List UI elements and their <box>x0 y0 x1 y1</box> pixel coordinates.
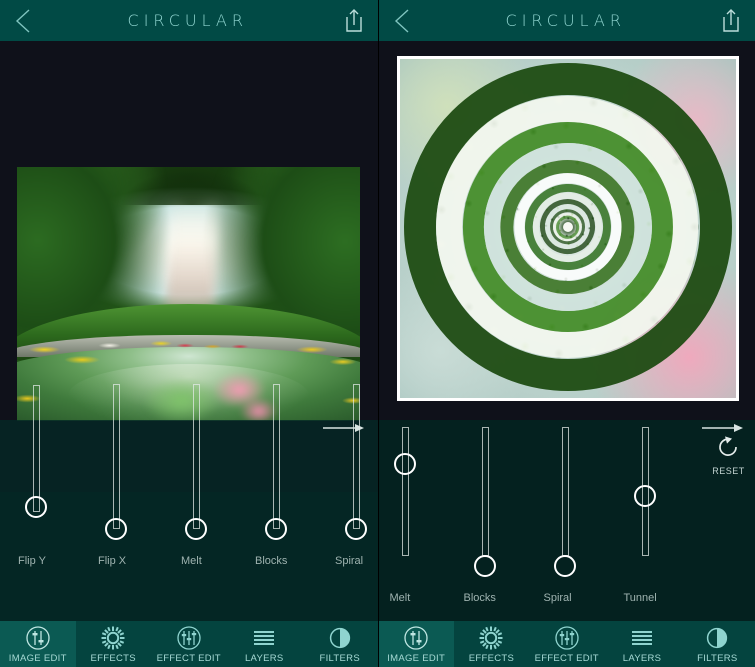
tab-label: FILTERS <box>319 652 360 664</box>
sliders-circle-icon <box>176 625 202 651</box>
tab-label: EFFECTS <box>90 652 136 664</box>
contrast-circle-icon <box>327 625 353 651</box>
image-layer-spiral-rings <box>399 59 736 398</box>
slider-track[interactable] <box>193 384 200 529</box>
slider-knob[interactable] <box>473 555 496 577</box>
slider-label: Melt <box>181 555 202 567</box>
right-screen: CIRCULAR RESET Melt Blocks Spiral Tunnel… <box>378 0 755 667</box>
sun-burst-icon <box>100 625 126 651</box>
tab-image-edit[interactable]: IMAGE EDIT <box>0 621 76 667</box>
tab-label: IMAGE EDIT <box>8 652 67 664</box>
page-title: CIRCULAR <box>127 11 248 30</box>
slider-track[interactable] <box>33 385 40 512</box>
tab-label: IMAGE EDIT <box>387 652 446 664</box>
reset-circular-arrow-icon[interactable] <box>714 436 744 465</box>
left-image-stage: Flip Y Flip X Melt Blocks Spiral <box>0 41 378 667</box>
share-icon[interactable] <box>719 6 743 36</box>
image-layer-foreground-blossom <box>140 354 278 421</box>
tab-label: EFFECTS <box>468 652 515 664</box>
slider-knob[interactable] <box>633 485 656 507</box>
tab-layers[interactable]: LAYERS <box>227 621 303 667</box>
spiral-core <box>562 222 573 232</box>
slider-track[interactable] <box>353 384 360 529</box>
reset-label: RESET <box>712 466 745 476</box>
slider-knob[interactable] <box>553 555 576 577</box>
slider-track[interactable] <box>401 427 409 556</box>
layers-lines-icon <box>629 625 655 651</box>
slider-track[interactable] <box>113 384 120 529</box>
share-icon[interactable] <box>342 6 366 36</box>
page-title: CIRCULAR <box>505 11 626 30</box>
sun-burst-icon <box>478 625 504 651</box>
sliders-circle-icon <box>403 625 429 651</box>
droste-spiral-image[interactable] <box>396 56 739 401</box>
slider-label: Blocks <box>463 592 496 604</box>
sliders-circle-icon <box>554 625 580 651</box>
slider-knob[interactable] <box>393 453 416 475</box>
tab-layers[interactable]: LAYERS <box>604 621 679 667</box>
tab-label: LAYERS <box>622 652 662 664</box>
slider-knob[interactable] <box>345 518 367 540</box>
slider-label: Tunnel <box>623 592 657 604</box>
tab-label: EFFECT EDIT <box>534 652 599 664</box>
tab-label: LAYERS <box>244 652 284 664</box>
slider-knob[interactable] <box>25 496 47 518</box>
left-header-bar: CIRCULAR <box>0 0 378 41</box>
slider-label: Spiral <box>543 592 572 604</box>
layers-lines-icon <box>251 625 277 651</box>
tab-label: EFFECT EDIT <box>156 652 221 664</box>
sliders-circle-icon <box>25 625 51 651</box>
slider-label: Flip X <box>98 555 127 567</box>
slider-track[interactable] <box>481 427 489 556</box>
right-image-stage: RESET Melt Blocks Spiral Tunnel <box>378 41 755 667</box>
contrast-circle-icon <box>704 625 730 651</box>
right-header-bar: CIRCULAR <box>378 0 755 41</box>
slider-label: Melt <box>389 592 411 604</box>
tab-filters[interactable]: FILTERS <box>680 621 755 667</box>
slider-label: Spiral <box>335 555 364 567</box>
back-chevron-icon[interactable] <box>12 6 34 36</box>
tab-filters[interactable]: FILTERS <box>302 621 378 667</box>
slider-track[interactable] <box>561 427 569 556</box>
tab-label: FILTERS <box>697 652 738 664</box>
slider-track[interactable] <box>273 384 280 529</box>
tab-effects[interactable]: EFFECTS <box>76 621 152 667</box>
left-bottom-toolbar: IMAGE EDIT EFFECTS EFFECT EDIT LAYERS FI… <box>0 621 378 667</box>
slider-knob[interactable] <box>265 518 287 540</box>
right-bottom-toolbar: IMAGE EDIT EFFECTS EFFECT EDIT LAYERS FI… <box>378 621 755 667</box>
back-chevron-icon[interactable] <box>391 6 413 36</box>
reset-button[interactable]: RESET <box>705 433 753 476</box>
tab-effects[interactable]: EFFECTS <box>454 621 529 667</box>
left-screen: CIRCULAR Flip Y Flip X Melt Blocks Spira… <box>0 0 379 667</box>
garden-little-planet-image[interactable] <box>17 167 360 421</box>
tab-effect-edit[interactable]: EFFECT EDIT <box>529 621 604 667</box>
slider-knob[interactable] <box>185 518 207 540</box>
slider-label: Flip Y <box>18 555 46 567</box>
slider-label: Blocks <box>255 555 288 567</box>
tab-effect-edit[interactable]: EFFECT EDIT <box>151 621 227 667</box>
slider-knob[interactable] <box>105 518 127 540</box>
tab-image-edit[interactable]: IMAGE EDIT <box>378 621 454 667</box>
dual-screenshot-comparison: CIRCULAR Flip Y Flip X Melt Blocks Spira… <box>0 0 755 667</box>
